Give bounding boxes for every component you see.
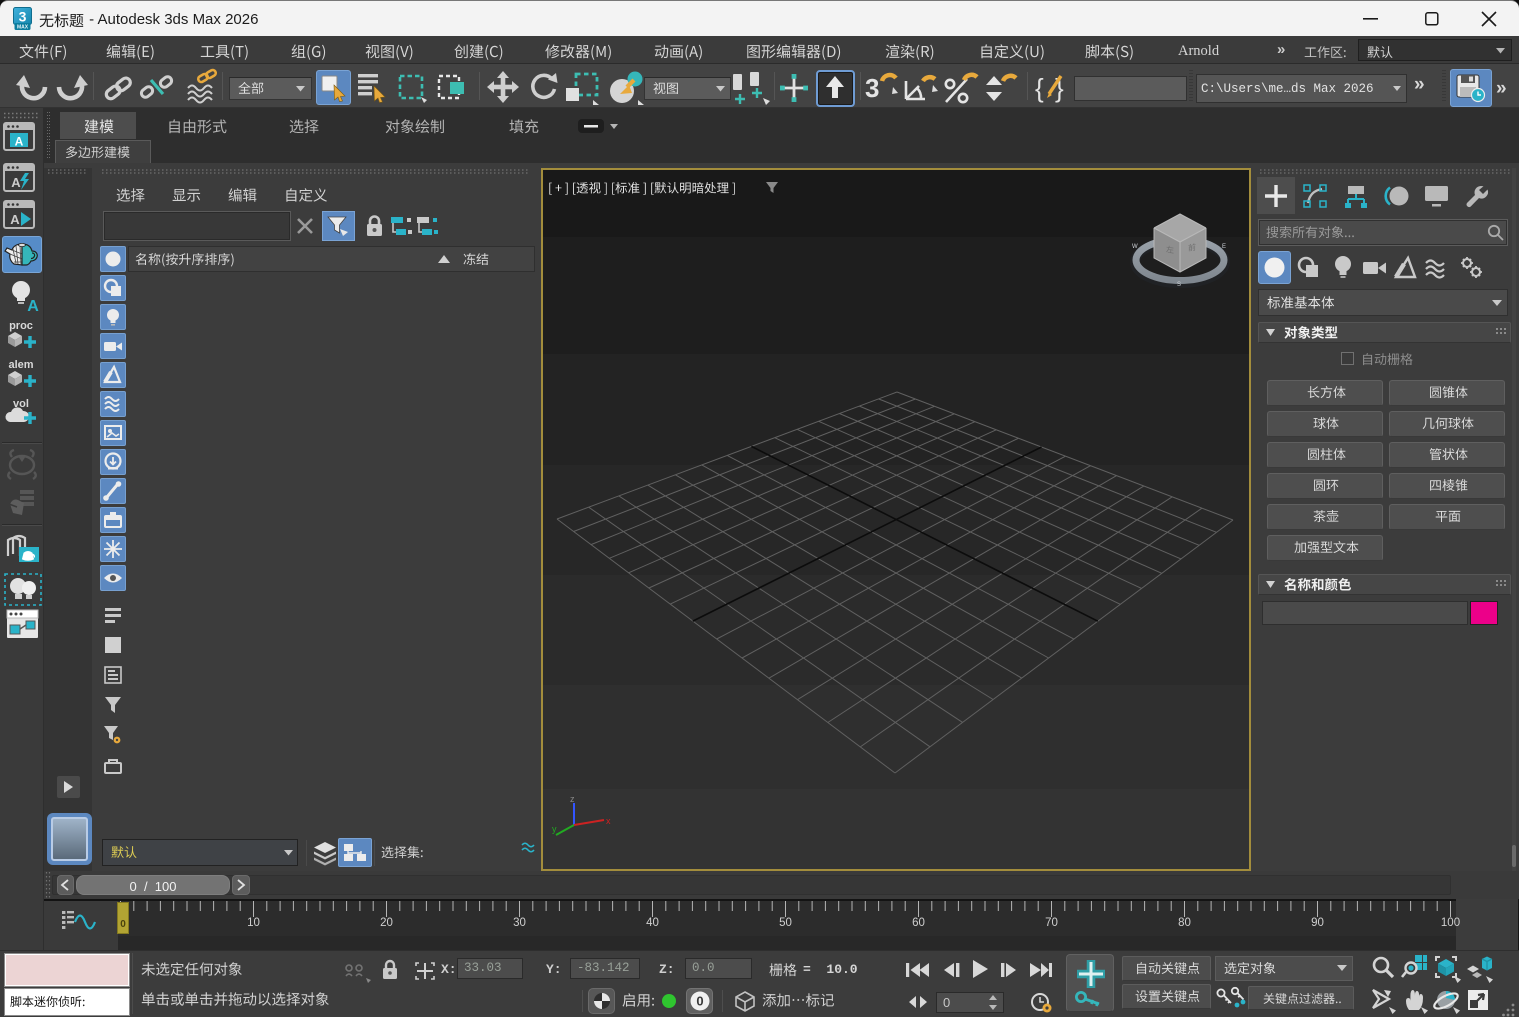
svg-text:x: x <box>606 816 611 826</box>
svg-text:{: { <box>1035 73 1044 103</box>
svg-text:3: 3 <box>865 73 879 103</box>
svg-text:z: z <box>570 794 575 804</box>
svg-text:A: A <box>10 212 20 227</box>
svg-text:A: A <box>27 298 39 315</box>
svg-text:左: 左 <box>1166 244 1174 255</box>
svg-text:3: 3 <box>19 9 27 25</box>
svg-text:A: A <box>15 135 24 149</box>
svg-text:A: A <box>11 175 21 190</box>
svg-text:proc: proc <box>9 320 33 332</box>
svg-text:前: 前 <box>1188 242 1196 253</box>
svg-text:0: 0 <box>696 994 703 1009</box>
svg-text:alem: alem <box>8 359 33 371</box>
svg-text:W: W <box>1132 244 1138 250</box>
svg-text:y: y <box>552 824 557 834</box>
svg-text:E: E <box>1222 244 1226 250</box>
svg-text:S: S <box>1177 282 1181 288</box>
svg-text:MAX: MAX <box>17 25 29 31</box>
